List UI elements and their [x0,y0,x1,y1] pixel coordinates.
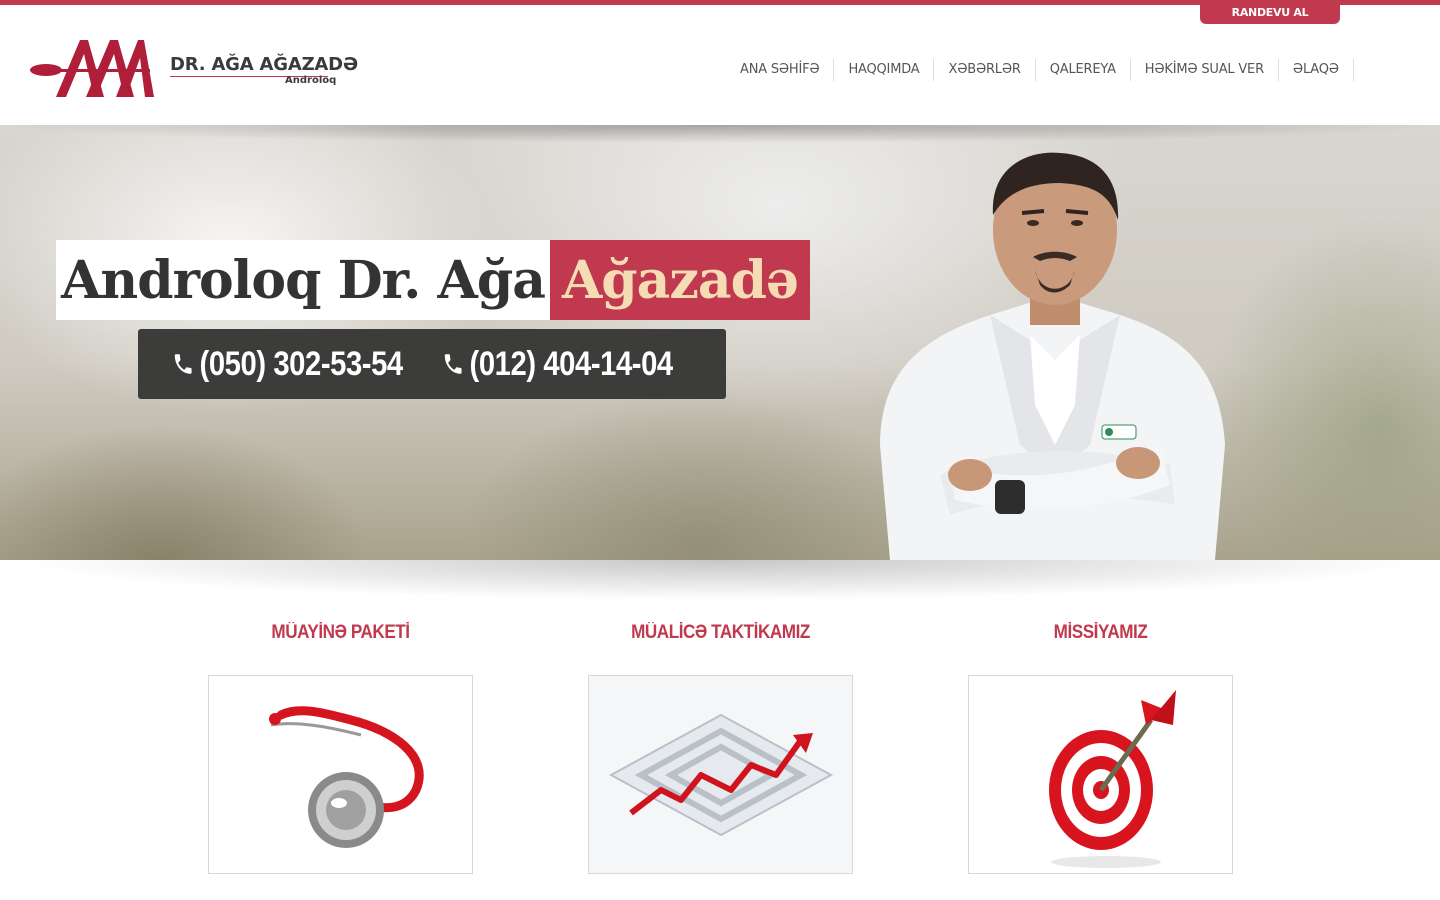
phone-icon [445,354,462,374]
doctor-photo [880,152,1225,560]
nav-item-home[interactable]: ANA SƏHİFƏ [726,59,835,81]
feature-title[interactable]: MİSSİYAMIZ [981,622,1220,652]
logo-subtitle: Androloq [285,75,337,86]
nav-item-ask-doctor[interactable]: HƏKİMƏ SUAL VER [1131,59,1279,81]
feature-title[interactable]: MÜAYİNƏ PAKETİ [221,622,460,652]
logo-name: DR. AĞA AĞAZADƏ [170,54,358,75]
stethoscope-icon [268,705,424,848]
hero-title-accent: Ağazadə [550,240,810,320]
hero-bottom-shadow [0,560,1440,610]
nav-item-news[interactable]: XƏBƏRLƏR [934,59,1036,81]
nav-item-contact[interactable]: ƏLAQƏ [1279,59,1354,81]
main-nav: ANA SƏHİFƏ HAQQIMDA XƏBƏRLƏR QALEREYA HƏ… [726,59,1354,81]
logo-mark-icon [30,40,154,97]
phone-icon [174,354,192,374]
phone-number-1-text: (050) 302-53-54 [199,344,404,383]
appointment-button[interactable]: RANDEVU AL [1200,0,1340,24]
maze-icon [608,713,833,836]
phone-number-2-text: (012) 404-14-04 [469,344,674,383]
site-logo[interactable]: DR. AĞA AĞAZADƏ Androloq [30,36,358,100]
feature-treatment-tactics: MÜALİCƏ TAKTİKAMIZ [588,622,853,874]
nav-item-gallery[interactable]: QALEREYA [1036,59,1131,81]
feature-title[interactable]: MÜALİCƏ TAKTİKAMIZ [601,622,840,652]
phone-number-2[interactable]: (012) 404-14-04 [442,344,674,384]
feature-exam-package: MÜAYİNƏ PAKETİ [208,622,473,874]
feature-card[interactable] [968,675,1233,874]
feature-card[interactable] [588,675,853,874]
nav-item-about[interactable]: HAQQIMDA [834,59,935,81]
hero-top-shadow [0,125,1440,143]
hero-banner: Androloq Dr. Ağa Ağazadə (050) 302-53-54… [0,125,1440,560]
phone-number-1[interactable]: (050) 302-53-54 [172,345,403,384]
phone-box: (050) 302-53-54 (012) 404-14-04 [138,329,726,399]
feature-mission: MİSSİYAMIZ [968,622,1233,874]
target-icon [1048,689,1176,868]
feature-card[interactable] [208,675,473,874]
hero-title-main: Androloq Dr. Ağa [56,240,550,320]
